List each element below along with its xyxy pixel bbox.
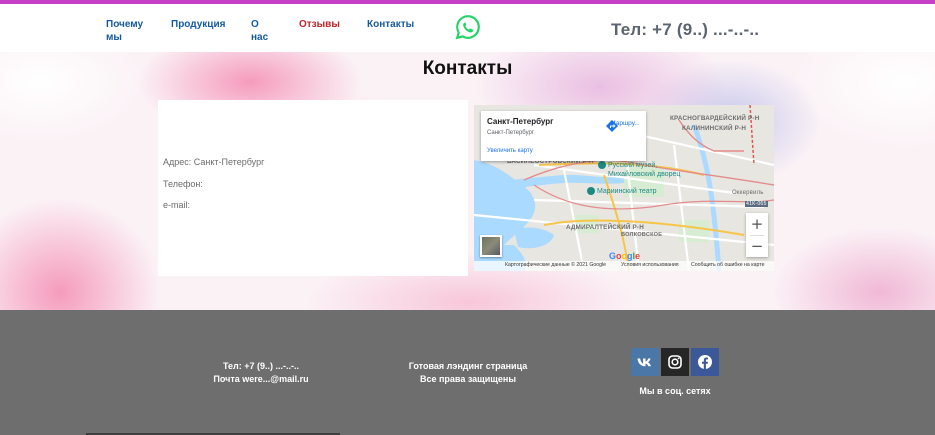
footer-email[interactable]: Почта were...@mail.ru <box>200 374 322 384</box>
footer-phone[interactable]: Тел: +7 (9..) ...-..-.. <box>200 361 322 371</box>
footer-social-caption: Мы в соц. сетях <box>639 386 711 396</box>
nav-item-why-us[interactable]: Почему мы <box>106 18 148 44</box>
site-footer: Тел: +7 (9..) ...-..-.. Почта were...@ma… <box>0 310 935 435</box>
page-title: Контакты <box>422 58 513 79</box>
header-phone[interactable]: Тел: +7 (9..) ...-..-.. <box>611 20 759 40</box>
instagram-icon[interactable] <box>661 348 689 376</box>
map-report-link[interactable]: Сообщить об ошибке на карте <box>691 262 764 268</box>
map-zoom-in-button[interactable]: + <box>746 213 768 235</box>
map-attribution-data: Картографические данные © 2021 Google <box>505 262 607 268</box>
map-district-label: АДМИРАЛТЕЙСКИЙ Р-Н <box>566 224 644 231</box>
directions-icon <box>606 120 618 132</box>
footer-landing-text: Готовая лэндинг страница <box>408 361 528 371</box>
map-district-label: КАЛИНИНСКИЙ Р-Н <box>682 125 747 132</box>
map-route-button[interactable]: Маршру... <box>605 119 645 132</box>
contact-phone: Телефон: <box>163 179 203 189</box>
map-place-card: Санкт-Петербург Санкт-Петербург Увеличит… <box>481 111 646 161</box>
contact-info-card: Адрес: Санкт-Петербург Телефон: e-mail: <box>158 100 468 276</box>
map-satellite-toggle[interactable] <box>480 235 502 257</box>
map-enlarge-link[interactable]: Увеличить карту <box>487 148 533 154</box>
embedded-map[interactable]: КРАСНОГВАРДЕЙСКИЙ Р-Н КАЛИНИНСКИЙ Р-Н ВА… <box>474 105 774 271</box>
page: Почему мы Продукция О нас Отзывы Контакт… <box>0 0 935 435</box>
nav-item-contacts[interactable]: Контакты <box>367 18 414 31</box>
facebook-icon[interactable] <box>691 348 719 376</box>
vk-icon[interactable] <box>631 348 659 376</box>
map-poi-label: Мариинский театр <box>597 188 657 195</box>
google-logo: Google <box>609 251 641 261</box>
nav-item-reviews[interactable]: Отзывы <box>299 18 340 31</box>
map-pin-icon <box>598 161 606 169</box>
map-poi-label: Русский музей, Михайловский дворец <box>608 162 681 178</box>
map-pin-icon <box>587 187 595 195</box>
map-poi-museum[interactable]: Русский музей, Михайловский дворец <box>598 161 680 179</box>
map-place-title: Санкт-Петербург <box>487 117 554 126</box>
map-terms-link[interactable]: Условия использования <box>621 262 679 268</box>
contact-email: e-mail: <box>163 200 191 210</box>
map-poi-theatre[interactable]: Мариинский театр <box>587 187 657 196</box>
map-zoom-control: + − <box>746 213 768 257</box>
map-attribution-bar: Картографические данные © 2021 Google Ус… <box>474 261 774 271</box>
site-header: Почему мы Продукция О нас Отзывы Контакт… <box>0 4 935 52</box>
map-road-label: 41К-065 <box>745 201 768 207</box>
nav-item-about[interactable]: О нас <box>251 18 271 44</box>
contacts-section: Контакты Адрес: Санкт-Петербург Телефон:… <box>0 52 935 310</box>
map-district-label: КРАСНОГВАРДЕЙСКИЙ Р-Н <box>670 115 760 122</box>
map-place-label: Оккервиль <box>732 190 764 196</box>
nav-item-products[interactable]: Продукция <box>171 18 225 31</box>
map-place-subtitle: Санкт-Петербург <box>487 130 535 136</box>
whatsapp-icon[interactable] <box>455 14 481 40</box>
map-district-label: ВОЛКОВСКОЕ <box>621 232 663 238</box>
map-zoom-out-button[interactable]: − <box>746 235 768 257</box>
footer-rights-text: Все права защищены <box>419 374 517 384</box>
contact-address: Адрес: Санкт-Петербург <box>163 157 265 167</box>
